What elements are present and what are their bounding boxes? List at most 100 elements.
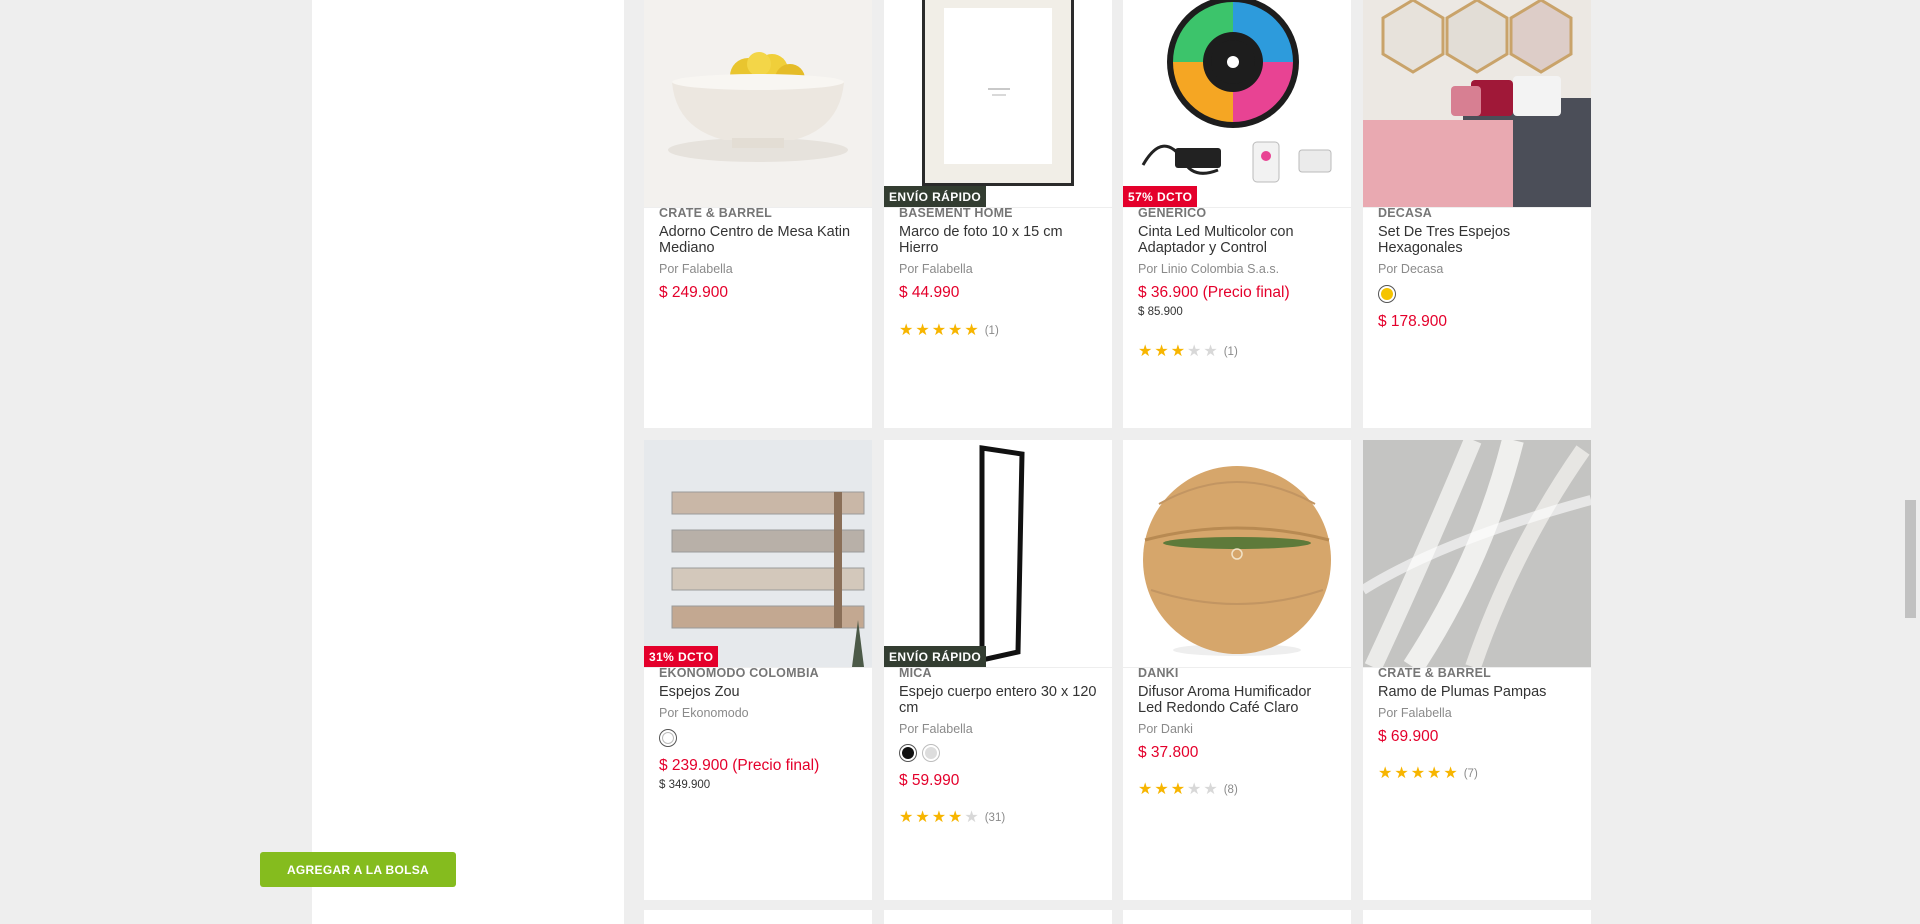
product-title[interactable]: Difusor Aroma Humificador Led Redondo Ca… <box>1138 684 1338 716</box>
star-icon: ★ <box>1427 765 1442 782</box>
star-icon: ★ <box>899 809 914 826</box>
fast-shipping-badge: ENVÍO RÁPIDO <box>884 186 987 207</box>
product-image-hex-mirrors[interactable] <box>1363 0 1591 208</box>
product-title[interactable]: Adorno Centro de Mesa Katin Mediano <box>659 224 859 256</box>
product-image-diffuser[interactable] <box>1123 440 1351 668</box>
product-brand: CRATE & BARREL <box>1378 666 1491 680</box>
product-seller: Por Falabella <box>899 722 973 736</box>
product-rating: ★ ★ ★ ★ ★ (8) <box>1138 781 1238 799</box>
product-card-next-row[interactable] <box>1363 910 1591 924</box>
product-image-led-strip[interactable]: 57% DCTO <box>1123 0 1351 208</box>
product-brand: EKONOMODO COLOMBIA <box>659 666 819 680</box>
swatch-color-dot <box>902 747 914 759</box>
discount-badge: 31% DCTO <box>644 646 719 667</box>
star-icon: ★ <box>1203 781 1218 798</box>
product-title[interactable]: Espejos Zou <box>659 684 859 700</box>
product-seller: Por Ekonomodo <box>659 706 749 720</box>
product-card[interactable]: 57% DCTO GENERICO Cinta Led Multicolor c… <box>1123 0 1351 428</box>
discount-badge: 57% DCTO <box>1123 186 1198 207</box>
color-swatch[interactable] <box>1378 285 1396 303</box>
product-card-next-row[interactable] <box>1123 910 1351 924</box>
product-card-next-row[interactable] <box>644 910 872 924</box>
scrollbar-thumb[interactable] <box>1905 500 1916 618</box>
rating-count: (31) <box>984 812 1006 824</box>
product-price: $ 178.900 <box>1378 313 1447 330</box>
product-price: $ 59.990 <box>899 772 960 789</box>
product-image-full-mirror[interactable]: ENVÍO RÁPIDO <box>884 440 1112 668</box>
star-icon: ★ <box>1203 343 1218 360</box>
product-card-next-row[interactable] <box>884 910 1112 924</box>
swatch-color-dot <box>925 747 937 759</box>
product-rating: ★ ★ ★ ★ ★ (31) <box>899 809 1005 827</box>
swatch-color-dot <box>662 732 674 744</box>
product-title[interactable]: Ramo de Plumas Pampas <box>1378 684 1578 700</box>
product-card[interactable]: DECASA Set De Tres Espejos Hexagonales P… <box>1363 0 1591 428</box>
product-seller: Por Falabella <box>1378 706 1452 720</box>
rating-count: (1) <box>984 325 999 337</box>
product-brand: BASEMENT HOME <box>899 206 1013 220</box>
color-swatches <box>1378 285 1396 303</box>
product-card[interactable]: DANKI Difusor Aroma Humificador Led Redo… <box>1123 440 1351 900</box>
star-icon: ★ <box>1394 765 1409 782</box>
star-icon: ★ <box>1410 765 1426 782</box>
color-swatch[interactable] <box>659 729 677 747</box>
product-title[interactable]: Marco de foto 10 x 15 cm Hierro <box>899 224 1099 256</box>
product-seller: Por Falabella <box>659 262 733 276</box>
product-card[interactable]: CRATE & BARREL Ramo de Plumas Pampas Por… <box>1363 440 1591 900</box>
star-icon: ★ <box>1170 343 1186 360</box>
fast-shipping-badge: ENVÍO RÁPIDO <box>884 646 987 667</box>
product-seller: Por Danki <box>1138 722 1193 736</box>
product-price: $ 36.900 (Precio final) <box>1138 284 1290 301</box>
product-brand: MICA <box>899 666 932 680</box>
product-brand: GENERICO <box>1138 206 1207 220</box>
add-to-bag-button[interactable]: AGREGAR A LA BOLSA <box>260 852 456 887</box>
star-icon: ★ <box>915 322 930 339</box>
product-price: $ 37.800 <box>1138 744 1199 761</box>
product-seller: Por Linio Colombia S.a.s. <box>1138 262 1280 276</box>
product-title[interactable]: Espejo cuerpo entero 30 x 120 cm <box>899 684 1099 716</box>
star-icon: ★ <box>915 809 930 826</box>
star-icon: ★ <box>964 322 979 339</box>
star-icon: ★ <box>1138 781 1153 798</box>
star-icon: ★ <box>931 322 947 339</box>
product-image-frame[interactable]: ENVÍO RÁPIDO <box>884 0 1112 208</box>
color-swatch[interactable] <box>899 744 917 762</box>
scrollbar[interactable] <box>1903 0 1920 924</box>
star-icon: ★ <box>1443 765 1458 782</box>
color-swatches <box>659 729 677 747</box>
product-rating: ★ ★ ★ ★ ★ (7) <box>1378 765 1478 783</box>
rating-count: (8) <box>1223 784 1238 796</box>
product-card[interactable]: CRATE & BARREL Adorno Centro de Mesa Kat… <box>644 0 872 428</box>
product-old-price: $ 85.900 <box>1138 306 1183 318</box>
product-brand: DANKI <box>1138 666 1179 680</box>
product-card[interactable]: 31% DCTO EKONOMODO COLOMBIA Espejos Zou … <box>644 440 872 900</box>
rating-count: (1) <box>1223 346 1238 358</box>
star-icon: ★ <box>1378 765 1393 782</box>
product-brand: CRATE & BARREL <box>659 206 772 220</box>
product-image-bowl[interactable] <box>644 0 872 208</box>
star-icon: ★ <box>964 809 979 826</box>
star-icon: ★ <box>948 809 963 826</box>
product-title[interactable]: Set De Tres Espejos Hexagonales <box>1378 224 1578 256</box>
product-brand: DECASA <box>1378 206 1432 220</box>
product-title[interactable]: Cinta Led Multicolor con Adaptador y Con… <box>1138 224 1338 256</box>
product-card[interactable]: ENVÍO RÁPIDO MICA Espejo cuerpo entero 3… <box>884 440 1112 900</box>
star-icon: ★ <box>1187 343 1202 360</box>
star-icon: ★ <box>899 322 914 339</box>
rating-count: (7) <box>1463 768 1478 780</box>
product-price: $ 69.900 <box>1378 728 1439 745</box>
star-icon: ★ <box>931 809 947 826</box>
star-icon: ★ <box>1154 343 1169 360</box>
product-card[interactable]: ENVÍO RÁPIDO BASEMENT HOME Marco de foto… <box>884 0 1112 428</box>
filters-sidebar <box>312 0 624 924</box>
color-swatch[interactable] <box>922 744 940 762</box>
star-icon: ★ <box>1170 781 1186 798</box>
star-icon: ★ <box>1187 781 1202 798</box>
product-old-price: $ 349.900 <box>659 779 711 791</box>
product-seller: Por Decasa <box>1378 262 1444 276</box>
product-image-mirrors-zou[interactable]: 31% DCTO <box>644 440 872 668</box>
color-swatches <box>899 744 940 762</box>
product-image-pampas[interactable] <box>1363 440 1591 668</box>
product-price: $ 239.900 (Precio final) <box>659 757 820 774</box>
product-rating: ★ ★ ★ ★ ★ (1) <box>1138 343 1238 361</box>
